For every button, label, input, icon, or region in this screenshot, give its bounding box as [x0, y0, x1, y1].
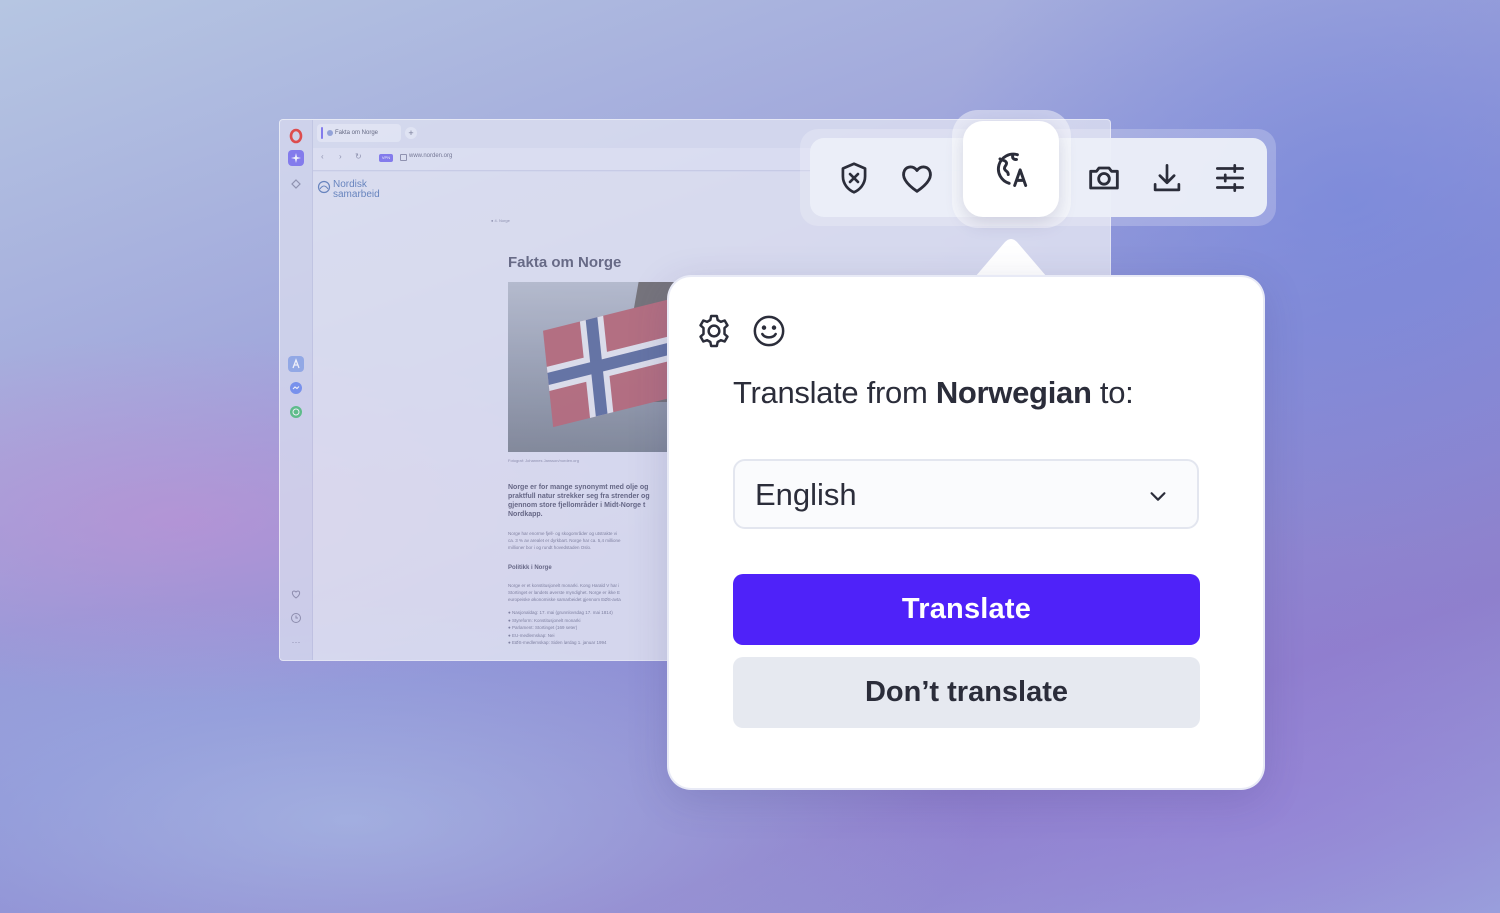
vpn-badge[interactable]: VPN [379, 154, 393, 162]
site-logo[interactable]: Nordisk samarbeid [317, 180, 380, 200]
tab-title: Fakta om Norge [335, 130, 379, 136]
app-store-icon[interactable] [288, 356, 304, 372]
camera-icon [1089, 166, 1119, 189]
settings-sliders-button[interactable] [1200, 138, 1260, 217]
translate-globe-icon [996, 152, 1028, 187]
browser-sidebar: ··· [280, 120, 313, 660]
site-logo-icon [317, 180, 331, 194]
back-icon[interactable]: ‹ [321, 152, 324, 161]
sliders-icon [1215, 163, 1245, 192]
source-language: Norwegian [935, 375, 1092, 410]
norway-flag [543, 296, 678, 428]
article-lead: Norge er for mange synonymt med olje og … [508, 484, 650, 518]
target-language-select[interactable]: English [733, 459, 1199, 529]
translate-question: Translate from Norwegian to: [733, 375, 1134, 411]
article-paragraph-1: Norge har enorme fjell- og skogområder o… [508, 531, 621, 550]
question-prefix: Translate from [733, 375, 936, 410]
question-suffix: to: [1091, 375, 1134, 410]
heart-button[interactable] [887, 138, 947, 217]
popup-emoji-button[interactable] [749, 311, 789, 351]
new-tab-button[interactable]: + [405, 127, 417, 139]
photo-caption: Fotograf: Johannes Jansson/norden.org [508, 458, 579, 463]
whatsapp-icon[interactable] [288, 404, 304, 420]
translate-popup: Translate from Norwegian to: English Tra… [667, 275, 1265, 790]
smiley-icon [753, 315, 785, 347]
download-icon [1153, 163, 1181, 191]
camera-button[interactable] [1074, 138, 1134, 217]
shield-x-button[interactable] [824, 138, 884, 217]
forward-icon[interactable]: › [339, 152, 342, 161]
section-heading: Politikk i Norge [508, 565, 552, 571]
gear-icon [699, 314, 729, 348]
more-icon[interactable]: ··· [288, 634, 304, 650]
tab-favicon-icon [327, 130, 333, 136]
url-field[interactable]: www.norden.org [409, 153, 452, 159]
translate-button[interactable]: Translate [733, 574, 1200, 645]
facts-list: ● Nasjonaldag: 17. mai (grunnlovsdag 17.… [508, 610, 613, 645]
shield-x-icon [841, 161, 867, 194]
reload-icon[interactable]: ↻ [355, 152, 362, 161]
download-button[interactable] [1137, 138, 1197, 217]
heart-icon [902, 165, 932, 193]
tab-fakta-om-norge[interactable]: Fakta om Norge [317, 124, 401, 142]
messenger-icon[interactable] [288, 380, 304, 396]
popup-settings-button[interactable] [694, 311, 734, 351]
popup-arrow [975, 239, 1047, 277]
lock-icon [400, 154, 407, 161]
opera-logo-icon[interactable] [288, 128, 304, 144]
tab-accent [321, 127, 323, 139]
target-language-value: English [755, 477, 857, 512]
dont-translate-button[interactable]: Don’t translate [733, 657, 1200, 728]
article-paragraph-2: Norge er et konstitusjonelt monarki. Kon… [508, 583, 621, 602]
site-logo-line2: samarbeid [333, 189, 380, 200]
diamond-icon[interactable] [288, 176, 304, 192]
heart-small-icon[interactable] [288, 586, 304, 602]
history-icon[interactable] [288, 610, 304, 626]
translate-toolbar-button[interactable] [963, 121, 1059, 217]
flag-photo [508, 282, 678, 452]
article-title: Fakta om Norge [508, 254, 622, 271]
chevron-down-icon [1150, 492, 1166, 501]
breadcrumb[interactable]: ● 4. Norge [491, 218, 510, 223]
aria-ai-icon[interactable] [288, 150, 304, 166]
